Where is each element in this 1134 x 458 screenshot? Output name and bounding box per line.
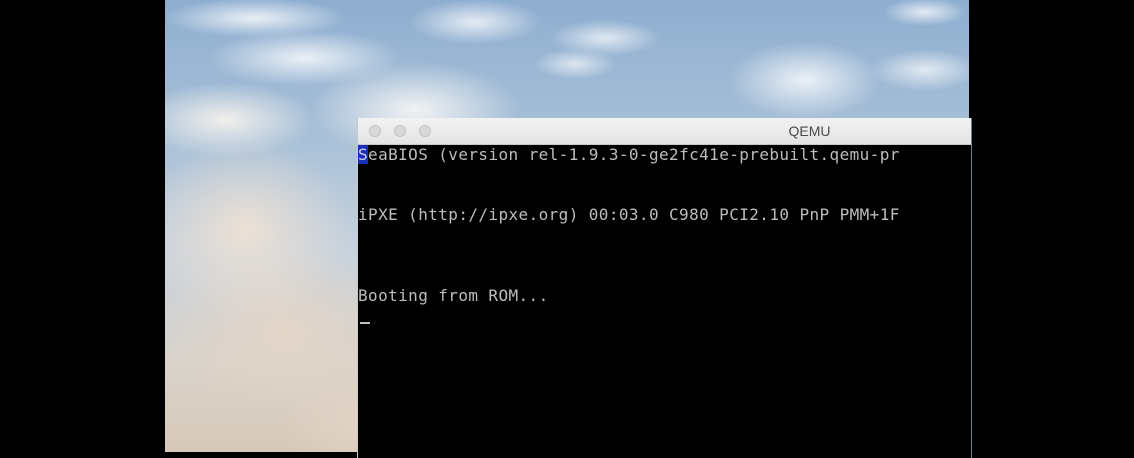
- console-line-ipxe: iPXE (http://ipxe.org) 00:03.0 C980 PCI2…: [358, 205, 900, 224]
- console-line-booting: Booting from ROM...: [358, 286, 549, 305]
- qemu-window[interactable]: QEMU SeaBIOS (version rel-1.9.3-0-ge2fc4…: [357, 118, 972, 458]
- console-line-seabios-text: eaBIOS (version rel-1.9.3-0-ge2fc41e-pre…: [368, 145, 900, 164]
- console-line-seabios: SeaBIOS (version rel-1.9.3-0-ge2fc41e-pr…: [358, 145, 900, 165]
- console-screen[interactable]: SeaBIOS (version rel-1.9.3-0-ge2fc41e-pr…: [358, 145, 971, 458]
- text-cursor: [360, 322, 370, 324]
- console-cursor-cell: S: [358, 145, 369, 164]
- window-title: QEMU: [788, 123, 831, 139]
- title-bar[interactable]: QEMU: [358, 118, 971, 145]
